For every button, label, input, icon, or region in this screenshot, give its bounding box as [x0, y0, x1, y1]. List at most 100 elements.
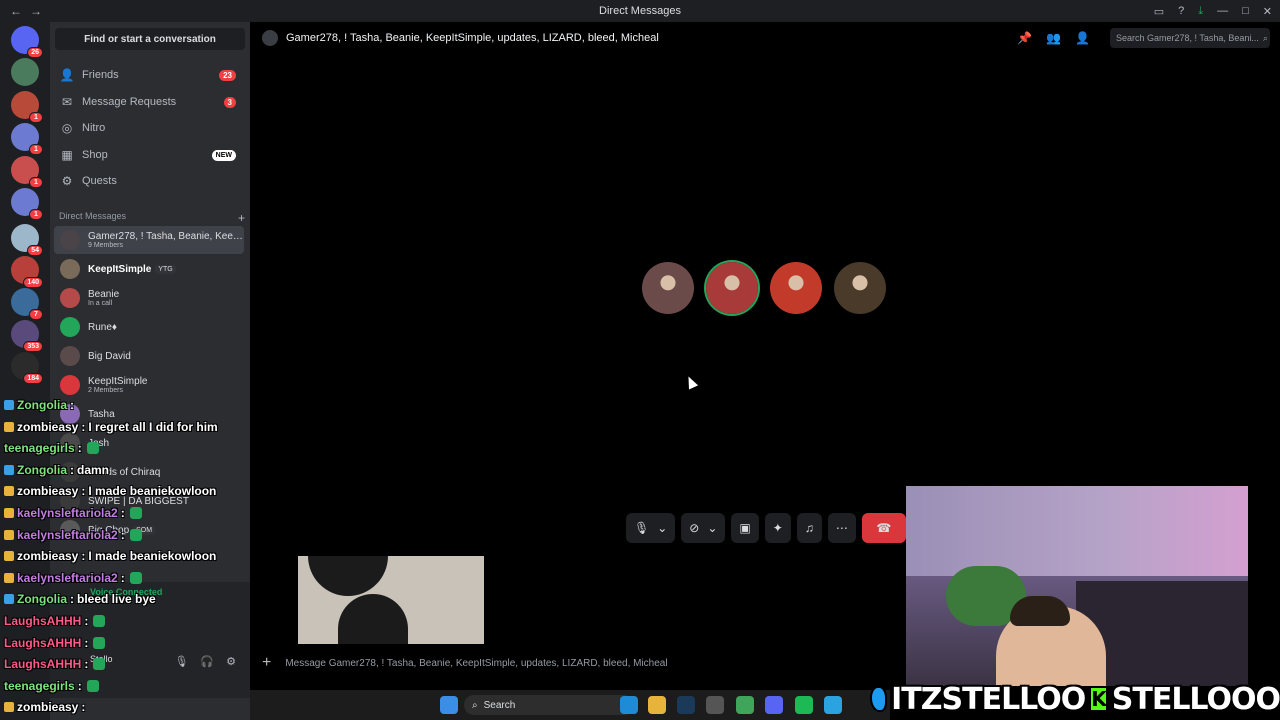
soundboard-button[interactable]: ♫ [796, 513, 822, 543]
find-conversation-button[interactable]: Find or start a conversation [55, 28, 245, 50]
settings-icon[interactable]: ⚙ [226, 655, 236, 668]
dm-item-big-chop[interactable]: Big Chop SOM [54, 516, 244, 544]
nav-friends[interactable]: 👤 Friends 23 [54, 62, 246, 88]
nav-nitro[interactable]: ◎ Nitro [54, 115, 246, 141]
dm-name: Big Chop [88, 524, 130, 536]
participant-avatar[interactable] [706, 262, 758, 314]
deafen-icon[interactable]: 🎧 [200, 655, 214, 668]
masked-figure [308, 556, 388, 596]
taskbar-search[interactable]: ⌕ Search [464, 695, 634, 715]
steam-icon[interactable] [677, 696, 695, 714]
group-name[interactable]: Gamer278, ! Tasha, Beanie, KeepItSimple,… [286, 32, 659, 44]
server-icon[interactable]: 1 [11, 188, 43, 220]
edge-icon[interactable] [620, 696, 638, 714]
nav-shop[interactable]: ▦ Shop NEW [54, 142, 246, 168]
avatar [60, 404, 80, 424]
download-icon[interactable]: ⤓ [1198, 5, 1203, 18]
end-call-button[interactable]: ☎ [861, 513, 906, 543]
nav-message-requests[interactable]: ✉ Message Requests 3 [54, 89, 246, 115]
windows-start-icon[interactable] [440, 696, 458, 714]
dm-section-header: Direct Messages + [59, 211, 245, 225]
message-requests-count-badge: 3 [223, 96, 236, 108]
chevron-down-icon[interactable]: ⌄ [707, 521, 717, 535]
server-icon[interactable]: 7 [11, 288, 43, 320]
camera-button[interactable]: ⊘ ⌄ [681, 513, 726, 543]
message-input[interactable]: + Message Gamer278, ! Tasha, Beanie, Kee… [262, 650, 902, 676]
obs-icon[interactable] [706, 696, 724, 714]
more-button[interactable]: ⋯ [827, 513, 856, 543]
inbox-icon[interactable]: ▭ [1154, 5, 1164, 18]
dm-name: Hoods of Chiraq [88, 466, 161, 478]
screen-share-button[interactable]: ▣ [731, 513, 759, 543]
server-icon[interactable]: 54 [11, 224, 43, 256]
screen-share-icon: ▣ [739, 521, 751, 535]
discord-icon[interactable] [765, 696, 783, 714]
participant-avatar[interactable] [642, 262, 694, 314]
attach-plus-icon[interactable]: + [262, 654, 271, 672]
dm-name: Big David [88, 350, 131, 362]
dm-item-big-david[interactable]: Big David [54, 342, 244, 370]
twitter-handle: ITZSTELLOO [891, 681, 1086, 717]
nav-quests-label: Quests [82, 175, 117, 187]
maximize-button[interactable]: □ [1242, 5, 1249, 17]
kick-handle: STELLOOO [1111, 681, 1280, 717]
server-icon[interactable]: 26 [11, 26, 43, 58]
taskbar-search-label: Search [483, 699, 516, 711]
back-arrow-icon[interactable]: ← [10, 4, 22, 18]
pin-icon[interactable]: 📌 [1017, 31, 1032, 45]
user-name: Stello [90, 654, 113, 664]
chrome-icon[interactable] [736, 696, 754, 714]
dm-item-beanie[interactable]: Beanie In a call [54, 284, 244, 312]
add-friends-icon[interactable]: 👥 [1046, 31, 1061, 45]
dm-item-hoods-of-chiraq[interactable]: Hoods of Chiraq [54, 458, 244, 486]
server-icon[interactable]: 1 [11, 123, 43, 155]
nav-quests[interactable]: ⚙ Quests [54, 168, 246, 194]
nav-arrows: ← → [0, 4, 42, 18]
dm-item-swipe[interactable]: SWIPE | DA BIGGEST [54, 487, 244, 515]
search-icon: ⌕ [1262, 32, 1268, 43]
create-dm-icon[interactable]: + [238, 211, 245, 225]
dm-item-tasha[interactable]: Tasha [54, 400, 244, 428]
activities-icon: ✦ [772, 521, 783, 535]
server-badge: 353 [23, 341, 43, 352]
server-badge: 26 [27, 47, 43, 58]
spotify-icon[interactable] [795, 696, 813, 714]
file-explorer-icon[interactable] [648, 696, 666, 714]
minimize-button[interactable]: — [1217, 5, 1228, 17]
masked-figure [338, 594, 408, 644]
server-icon[interactable]: 1 [11, 91, 43, 123]
close-button[interactable]: ✕ [1263, 5, 1272, 18]
message-placeholder: Message Gamer278, ! Tasha, Beanie, KeepI… [285, 657, 668, 669]
help-icon[interactable]: ? [1178, 5, 1184, 17]
server-icon[interactable]: 184 [11, 352, 43, 384]
avatar [60, 259, 80, 279]
forward-arrow-icon[interactable]: → [30, 4, 42, 18]
search-placeholder: Search Gamer278, ! Tasha, Beani... [1116, 33, 1259, 43]
server-icon[interactable]: 140 [11, 256, 43, 288]
mute-icon[interactable]: 🎙 [174, 655, 188, 668]
telegram-icon[interactable] [824, 696, 842, 714]
dm-item-rune[interactable]: Rune♦ [54, 313, 244, 341]
members-icon[interactable]: 👤 [1075, 31, 1090, 45]
mouse-cursor-icon [683, 374, 699, 390]
server-badge: 184 [23, 373, 43, 384]
dm-item-group[interactable]: Gamer278, ! Tasha, Beanie, KeepItSimple,… [54, 226, 244, 254]
windows-taskbar: ⌕ Search [250, 690, 890, 720]
chevron-down-icon[interactable]: ⌄ [657, 521, 667, 535]
activities-button[interactable]: ✦ [764, 513, 791, 543]
more-icon: ⋯ [835, 521, 848, 535]
video-thumbnail[interactable] [298, 556, 484, 644]
server-icon[interactable]: 353 [11, 320, 43, 352]
search-input[interactable]: Search Gamer278, ! Tasha, Beani... ⌕ [1110, 28, 1270, 48]
dm-name: SWIPE | DA BIGGEST [88, 495, 189, 507]
dm-item-keepitsimple-group[interactable]: KeepItSimple 2 Members [54, 371, 244, 399]
participant-avatar[interactable] [834, 262, 886, 314]
participant-avatar[interactable] [770, 262, 822, 314]
server-icon[interactable]: 1 [11, 156, 43, 188]
dm-item-keepitsimple[interactable]: KeepItSimple YTG [54, 255, 244, 283]
server-icon[interactable] [11, 58, 39, 86]
dm-name: KeepItSimple [88, 376, 148, 387]
dm-item-josh[interactable]: Josh [54, 429, 244, 457]
microphone-button[interactable]: 🎙 ⌄ [626, 513, 676, 543]
server-badge: 1 [29, 112, 43, 123]
